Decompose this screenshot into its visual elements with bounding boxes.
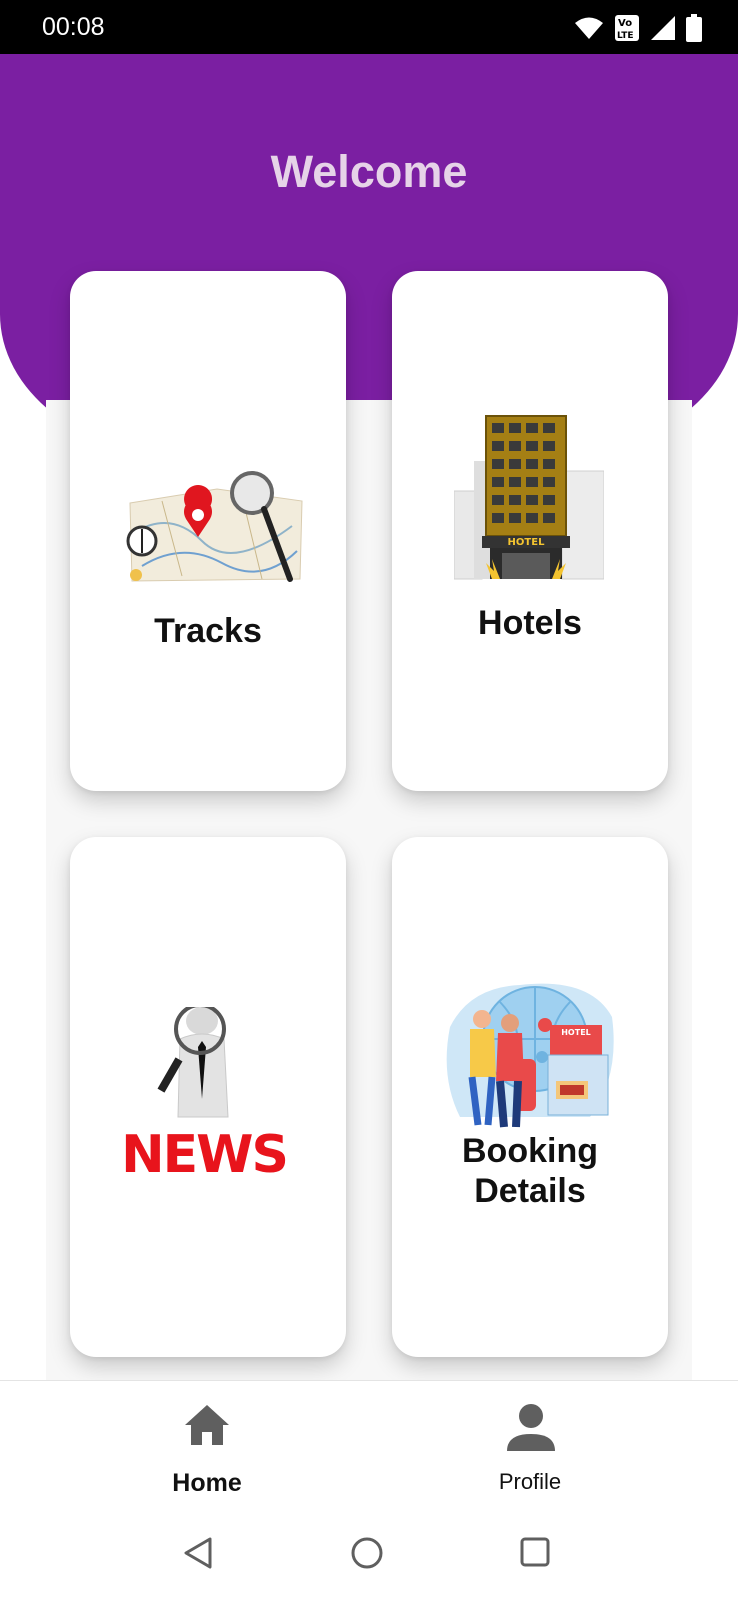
status-time: 00:08 bbox=[42, 13, 105, 41]
travel-booking-illustration: HOTEL bbox=[446, 983, 614, 1128]
news-card[interactable]: NEWS bbox=[70, 837, 346, 1357]
status-icons: Vo LTE bbox=[574, 14, 702, 42]
recents-icon[interactable] bbox=[519, 1536, 551, 1568]
nav-home[interactable]: Home bbox=[107, 1381, 307, 1511]
volte-icon: Vo LTE bbox=[615, 15, 639, 41]
person-icon bbox=[507, 1404, 555, 1451]
bottom-navigation: Home Profile bbox=[0, 1380, 738, 1511]
status-bar: 00:08 Vo LTE bbox=[0, 0, 738, 54]
tracks-label: Tracks bbox=[154, 612, 262, 650]
hotels-card[interactable]: HOTEL Hotels bbox=[392, 271, 668, 791]
hotels-label: Hotels bbox=[478, 604, 582, 642]
booking-label-line2: Details bbox=[474, 1172, 586, 1210]
home-icon bbox=[185, 1405, 229, 1445]
nav-profile-label: Profile bbox=[498, 1469, 562, 1494]
hotel-sign-text: HOTEL bbox=[508, 537, 546, 548]
volte-top-text: Vo bbox=[618, 18, 632, 29]
nav-profile[interactable]: Profile bbox=[430, 1381, 630, 1511]
system-navigation-bar bbox=[0, 1510, 738, 1600]
wifi-icon bbox=[575, 17, 603, 39]
signal-icon bbox=[651, 16, 675, 40]
booking-hotel-sign-text: HOTEL bbox=[561, 1028, 591, 1037]
back-icon[interactable] bbox=[182, 1536, 214, 1570]
map-magnifier-illustration bbox=[126, 471, 303, 582]
news-magnifier-illustration: NEWS bbox=[122, 1007, 289, 1185]
volte-bottom-text: LTE bbox=[617, 31, 634, 41]
booking-label-line1: Booking bbox=[462, 1132, 598, 1170]
news-image-text: NEWS bbox=[122, 1125, 287, 1185]
home-circle-icon[interactable] bbox=[350, 1536, 384, 1570]
nav-home-label: Home bbox=[172, 1469, 242, 1497]
page-title: Welcome bbox=[270, 146, 468, 197]
tracks-card[interactable]: Tracks bbox=[70, 271, 346, 791]
battery-icon bbox=[686, 14, 702, 42]
booking-details-card[interactable]: HOTEL Booking Details bbox=[392, 837, 668, 1357]
hotel-building-illustration: HOTEL bbox=[454, 415, 604, 580]
